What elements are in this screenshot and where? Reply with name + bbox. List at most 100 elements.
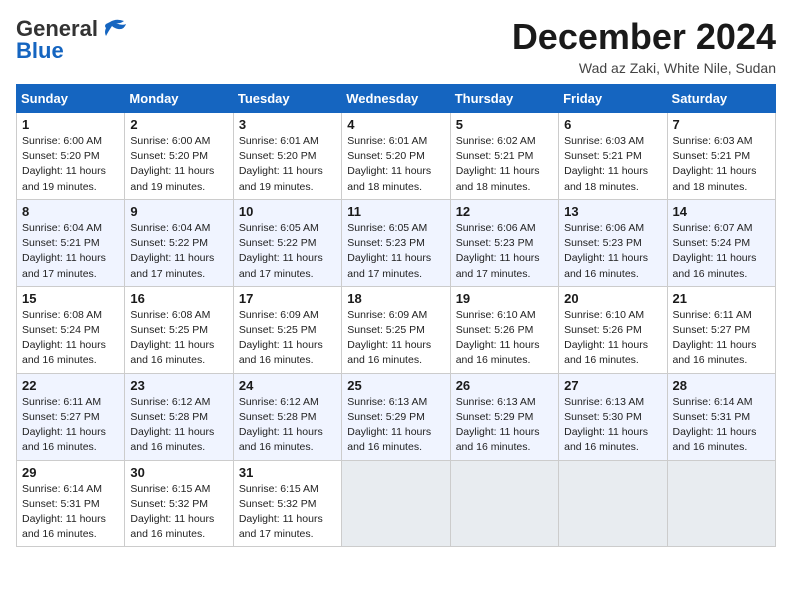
table-row: 30Sunrise: 6:15 AMSunset: 5:32 PMDayligh… [125,460,233,547]
day-number: 29 [22,465,119,480]
calendar-week-row: 1 Sunrise: 6:00 AMSunset: 5:20 PMDaylight… [17,113,776,200]
table-row: 1 Sunrise: 6:00 AMSunset: 5:20 PMDaylight… [17,113,125,200]
table-row: 11 Sunrise: 6:05 AMSunset: 5:23 PMDayligh… [342,199,450,286]
day-number: 8 [22,204,119,219]
day-number: 15 [22,291,119,306]
table-row: 17 Sunrise: 6:09 AMSunset: 5:25 PMDayligh… [233,286,341,373]
day-info: Sunrise: 6:06 AMSunset: 5:23 PMDaylight:… [456,222,540,280]
calendar-week-row: 8 Sunrise: 6:04 AMSunset: 5:21 PMDaylight… [17,199,776,286]
logo: General Blue [16,16,130,64]
day-number: 16 [130,291,227,306]
day-number: 18 [347,291,444,306]
table-row [559,460,667,547]
day-number: 24 [239,378,336,393]
table-row: 10 Sunrise: 6:05 AMSunset: 5:22 PMDayligh… [233,199,341,286]
table-row [342,460,450,547]
day-info: Sunrise: 6:00 AMSunset: 5:20 PMDaylight:… [130,135,214,193]
table-row: 23 Sunrise: 6:12 AMSunset: 5:28 PMDayligh… [125,373,233,460]
table-row: 28 Sunrise: 6:14 AMSunset: 5:31 PMDayligh… [667,373,775,460]
day-number: 1 [22,117,119,132]
day-number: 2 [130,117,227,132]
table-row: 14 Sunrise: 6:07 AMSunset: 5:24 PMDayligh… [667,199,775,286]
table-row: 21Sunrise: 6:11 AMSunset: 5:27 PMDayligh… [667,286,775,373]
table-row [450,460,558,547]
day-info: Sunrise: 6:04 AMSunset: 5:21 PMDaylight:… [22,222,106,280]
day-info: Sunrise: 6:13 AMSunset: 5:30 PMDaylight:… [564,396,648,454]
day-number: 12 [456,204,553,219]
table-row: 5 Sunrise: 6:02 AMSunset: 5:21 PMDaylight… [450,113,558,200]
day-number: 7 [673,117,770,132]
month-title: December 2024 [512,16,776,58]
day-number: 28 [673,378,770,393]
table-row: 7 Sunrise: 6:03 AMSunset: 5:21 PMDaylight… [667,113,775,200]
day-info: Sunrise: 6:03 AMSunset: 5:21 PMDaylight:… [673,135,757,193]
day-info: Sunrise: 6:10 AMSunset: 5:26 PMDaylight:… [456,309,540,367]
day-info: Sunrise: 6:10 AMSunset: 5:26 PMDaylight:… [564,309,648,367]
day-info: Sunrise: 6:01 AMSunset: 5:20 PMDaylight:… [347,135,431,193]
logo-blue-text: Blue [16,38,64,64]
title-block: December 2024 Wad az Zaki, White Nile, S… [512,16,776,76]
day-info: Sunrise: 6:08 AMSunset: 5:24 PMDaylight:… [22,309,106,367]
table-row: 22 Sunrise: 6:11 AMSunset: 5:27 PMDayligh… [17,373,125,460]
table-row: 20Sunrise: 6:10 AMSunset: 5:26 PMDayligh… [559,286,667,373]
day-info: Sunrise: 6:13 AMSunset: 5:29 PMDaylight:… [347,396,431,454]
day-info: Sunrise: 6:03 AMSunset: 5:21 PMDaylight:… [564,135,648,193]
header-thursday: Thursday [450,85,558,113]
table-row: 26Sunrise: 6:13 AMSunset: 5:29 PMDayligh… [450,373,558,460]
table-row: 16Sunrise: 6:08 AMSunset: 5:25 PMDayligh… [125,286,233,373]
day-info: Sunrise: 6:14 AMSunset: 5:31 PMDaylight:… [22,483,106,541]
day-info: Sunrise: 6:14 AMSunset: 5:31 PMDaylight:… [673,396,757,454]
day-info: Sunrise: 6:02 AMSunset: 5:21 PMDaylight:… [456,135,540,193]
header-saturday: Saturday [667,85,775,113]
day-number: 3 [239,117,336,132]
table-row: 24Sunrise: 6:12 AMSunset: 5:28 PMDayligh… [233,373,341,460]
table-row [667,460,775,547]
calendar-week-row: 22 Sunrise: 6:11 AMSunset: 5:27 PMDayligh… [17,373,776,460]
table-row: 31 Sunrise: 6:15 AMSunset: 5:32 PMDayligh… [233,460,341,547]
day-info: Sunrise: 6:05 AMSunset: 5:23 PMDaylight:… [347,222,431,280]
table-row: 25 Sunrise: 6:13 AMSunset: 5:29 PMDayligh… [342,373,450,460]
table-row: 9Sunrise: 6:04 AMSunset: 5:22 PMDaylight… [125,199,233,286]
day-number: 19 [456,291,553,306]
table-row: 13Sunrise: 6:06 AMSunset: 5:23 PMDayligh… [559,199,667,286]
day-number: 6 [564,117,661,132]
header-friday: Friday [559,85,667,113]
table-row: 18Sunrise: 6:09 AMSunset: 5:25 PMDayligh… [342,286,450,373]
day-info: Sunrise: 6:12 AMSunset: 5:28 PMDaylight:… [130,396,214,454]
day-number: 9 [130,204,227,219]
day-info: Sunrise: 6:13 AMSunset: 5:29 PMDaylight:… [456,396,540,454]
location-text: Wad az Zaki, White Nile, Sudan [512,60,776,76]
page-container: General Blue December 2024 Wad az Zaki, … [16,16,776,547]
header-wednesday: Wednesday [342,85,450,113]
table-row: 19 Sunrise: 6:10 AMSunset: 5:26 PMDayligh… [450,286,558,373]
logo-bird-icon [102,18,130,40]
calendar-table: Sunday Monday Tuesday Wednesday Thursday… [16,84,776,547]
day-info: Sunrise: 6:07 AMSunset: 5:24 PMDaylight:… [673,222,757,280]
calendar-week-row: 15 Sunrise: 6:08 AMSunset: 5:24 PMDayligh… [17,286,776,373]
day-number: 22 [22,378,119,393]
day-number: 23 [130,378,227,393]
day-number: 11 [347,204,444,219]
day-number: 25 [347,378,444,393]
day-number: 14 [673,204,770,219]
day-info: Sunrise: 6:11 AMSunset: 5:27 PMDaylight:… [22,396,106,454]
day-info: Sunrise: 6:00 AMSunset: 5:20 PMDaylight:… [22,135,106,193]
table-row: 15 Sunrise: 6:08 AMSunset: 5:24 PMDayligh… [17,286,125,373]
header-sunday: Sunday [17,85,125,113]
day-info: Sunrise: 6:05 AMSunset: 5:22 PMDaylight:… [239,222,323,280]
table-row: 4Sunrise: 6:01 AMSunset: 5:20 PMDaylight… [342,113,450,200]
day-number: 21 [673,291,770,306]
day-number: 13 [564,204,661,219]
day-info: Sunrise: 6:09 AMSunset: 5:25 PMDaylight:… [239,309,323,367]
day-number: 31 [239,465,336,480]
day-number: 10 [239,204,336,219]
calendar-week-row: 29 Sunrise: 6:14 AMSunset: 5:31 PMDayligh… [17,460,776,547]
table-row: 2 Sunrise: 6:00 AMSunset: 5:20 PMDaylight… [125,113,233,200]
day-number: 5 [456,117,553,132]
day-info: Sunrise: 6:15 AMSunset: 5:32 PMDaylight:… [239,483,323,541]
table-row: 29 Sunrise: 6:14 AMSunset: 5:31 PMDayligh… [17,460,125,547]
day-number: 17 [239,291,336,306]
day-number: 30 [130,465,227,480]
calendar-header-row: Sunday Monday Tuesday Wednesday Thursday… [17,85,776,113]
table-row: 3Sunrise: 6:01 AMSunset: 5:20 PMDaylight… [233,113,341,200]
